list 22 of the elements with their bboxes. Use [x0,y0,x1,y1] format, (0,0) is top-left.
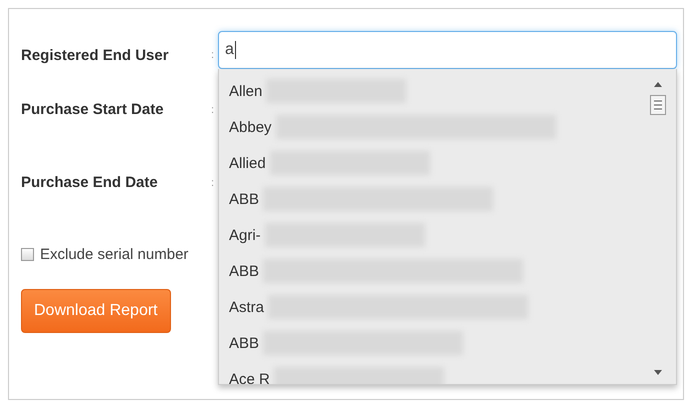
field-label: Purchase Start Date [21,101,165,118]
separator: : [211,104,214,116]
suggestion-item[interactable]: ABB [229,334,260,352]
suggestion-item[interactable]: Agri- [229,226,261,244]
field-value: a [225,41,234,59]
suggestion-item[interactable]: Allen [229,82,262,100]
field-label: Registered End User [21,46,170,64]
suggestion-item[interactable]: Ace R [229,370,270,384]
suggestion-item[interactable]: Abbey [229,118,272,136]
checkbox-label: Exclude serial number [40,246,188,263]
suggestion-item[interactable]: ABB [229,190,260,208]
scroll-down-icon[interactable] [653,370,663,376]
scroll-thumb-icon[interactable] [650,95,666,115]
separator: : [211,49,214,61]
separator: : [211,176,214,188]
checkbox[interactable] [21,248,34,261]
search-field[interactable]: a [218,31,677,69]
suggestion-item[interactable]: ABB [229,262,260,280]
field-label: Purchase End Date [21,174,159,191]
suggestion-item[interactable]: Astra [229,298,264,316]
suggestion-item[interactable]: Allied [229,154,266,172]
scroll-up-icon[interactable] [653,81,663,87]
